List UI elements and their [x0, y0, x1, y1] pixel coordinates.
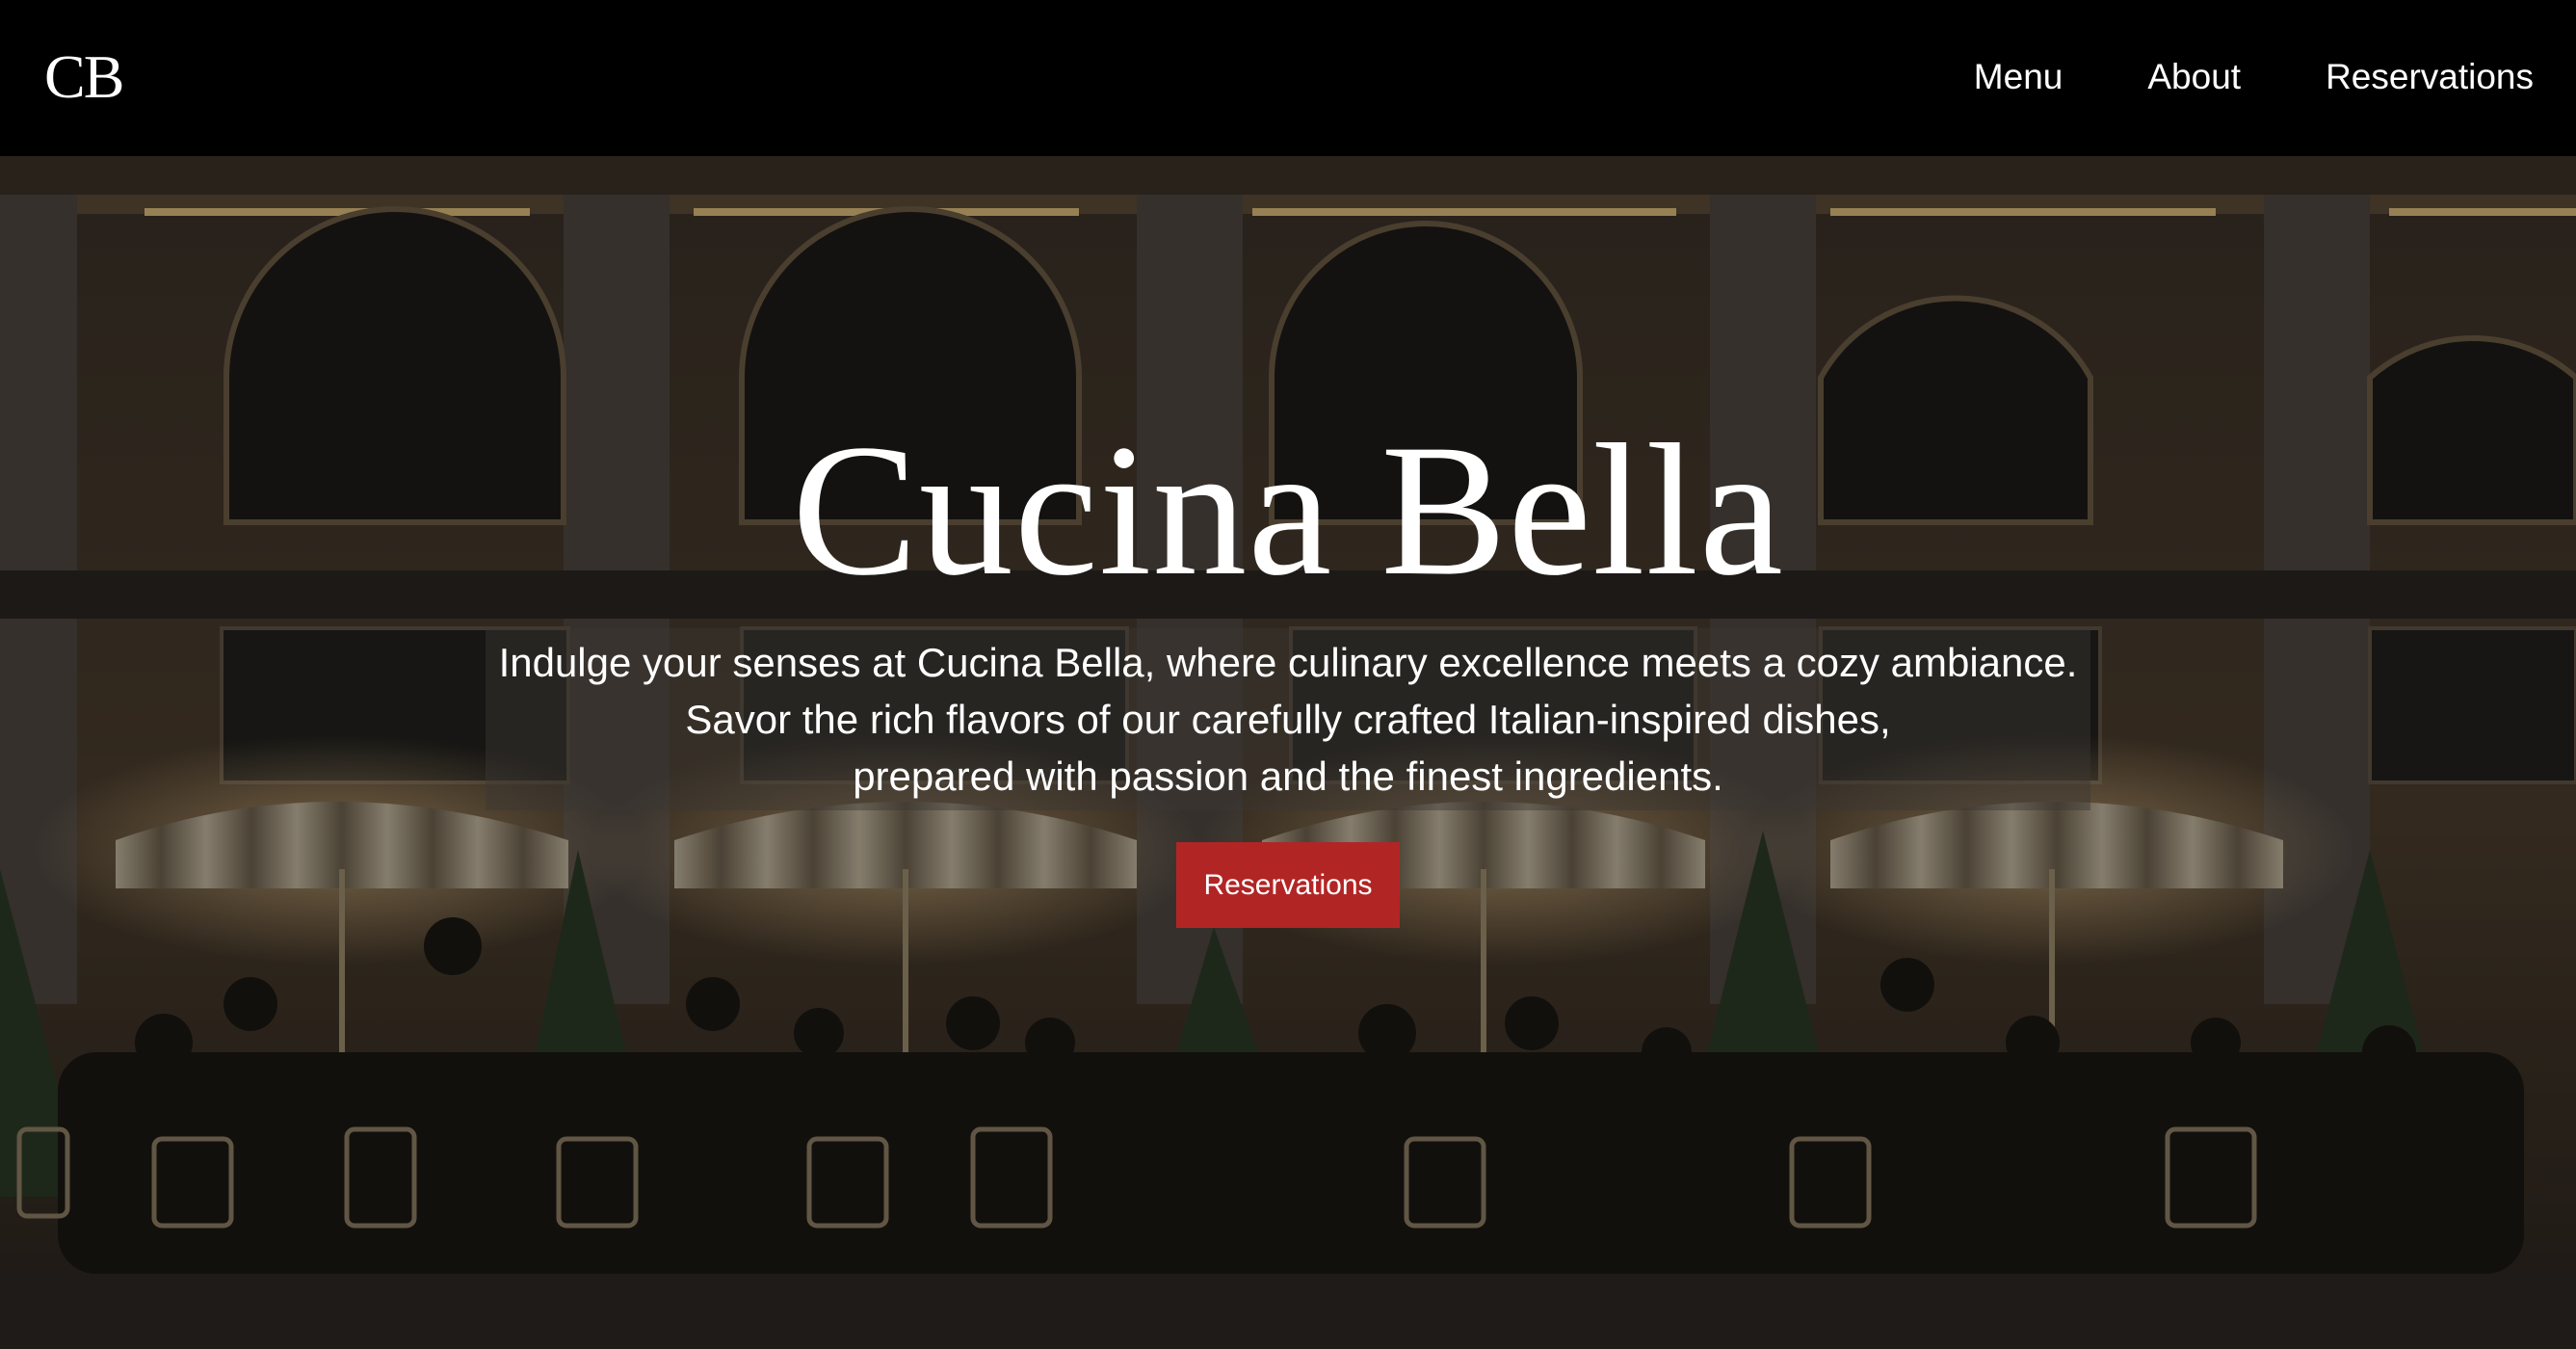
nav-menu-link[interactable]: Menu [1974, 50, 2063, 104]
hero-description-line: Indulge your senses at Cucina Bella, whe… [498, 640, 2078, 685]
hero-description-line: Savor the rich flavors of our carefully … [685, 697, 1891, 742]
hero-description-panel: Indulge your senses at Cucina Bella, whe… [485, 628, 2091, 810]
logo[interactable]: CB [44, 39, 124, 116]
hero-description: Indulge your senses at Cucina Bella, whe… [0, 628, 2576, 810]
site-header: CB Menu About Reservations [0, 0, 2576, 156]
reservations-button[interactable]: Reservations [1176, 842, 1400, 928]
hero-section: Cucina Bella Indulge your senses at Cuci… [0, 156, 2576, 1349]
nav-about-link[interactable]: About [2147, 50, 2241, 104]
nav-reservations-link[interactable]: Reservations [2326, 50, 2534, 104]
hero-description-line: prepared with passion and the finest ing… [853, 754, 1723, 799]
main-nav: Menu About Reservations [1974, 50, 2534, 104]
hero-title: Cucina Bella [792, 406, 1784, 615]
